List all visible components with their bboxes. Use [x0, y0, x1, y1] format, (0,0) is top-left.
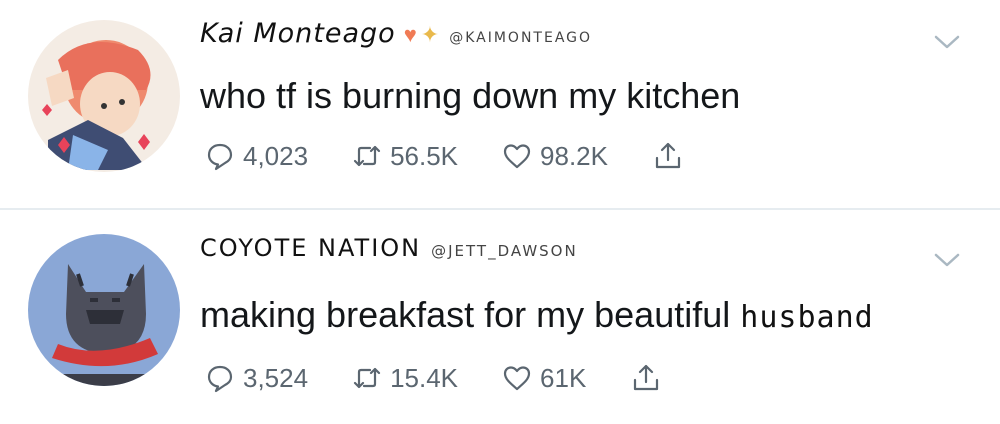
tweet-text: making breakfast for my beautiful husban… [200, 294, 874, 336]
reply-count: 4,023 [243, 140, 309, 171]
share-icon [634, 364, 659, 391]
tweet-text-main: making breakfast for my beautiful [200, 294, 731, 335]
tweet-text-handwritten: husband [740, 300, 874, 335]
like-count: 61K [540, 362, 587, 393]
name-row: COYOTE NATION @JETT_DAWSON [200, 234, 578, 262]
tweet[interactable]: Kai Monteago ♥ ✦ @KAIMONTEAGO who tf is … [0, 0, 1000, 210]
heart-icon [503, 366, 531, 391]
retweet-button[interactable]: 15.4K [352, 363, 458, 394]
action-bar: 4,023 56.5K 98.2K [205, 140, 736, 172]
avatar[interactable] [28, 20, 180, 172]
retweet-icon [353, 367, 381, 389]
share-icon [655, 142, 681, 169]
chevron-down-icon[interactable] [934, 252, 960, 268]
retweet-count: 15.4K [390, 362, 459, 393]
like-count: 98.2K [540, 140, 608, 171]
reply-button[interactable]: 3,524 [205, 363, 308, 394]
share-button[interactable] [652, 140, 692, 172]
action-bar: 3,524 15.4K 61K [205, 362, 714, 394]
reply-count: 3,524 [243, 362, 309, 393]
divider [0, 208, 1000, 210]
retweet-count: 56.5K [390, 140, 459, 171]
avatar-drawing [28, 20, 180, 172]
display-name[interactable]: Kai Monteago [200, 18, 396, 49]
sparkle-emoji: ✦ [420, 22, 440, 47]
reply-button[interactable]: 4,023 [205, 141, 308, 172]
chevron-down-icon[interactable] [934, 34, 960, 50]
retweet-button[interactable]: 56.5K [352, 141, 458, 172]
share-button[interactable] [630, 362, 670, 394]
heart-emoji: ♥ [403, 22, 417, 47]
like-button[interactable]: 61K [502, 363, 586, 394]
tweet-text: who tf is burning down my kitchen [200, 75, 741, 116]
display-name[interactable]: COYOTE NATION [200, 234, 421, 262]
avatar[interactable] [28, 234, 180, 386]
reply-icon [207, 365, 233, 393]
tweet[interactable]: COYOTE NATION @JETT_DAWSON making breakf… [0, 212, 1000, 424]
avatar-drawing [28, 234, 180, 386]
like-button[interactable]: 98.2K [502, 141, 608, 172]
reply-icon [207, 143, 233, 171]
retweet-icon [353, 145, 381, 167]
handle[interactable]: @JETT_DAWSON [431, 242, 578, 260]
name-row: Kai Monteago ♥ ✦ @KAIMONTEAGO [200, 18, 592, 49]
heart-icon [503, 144, 531, 169]
handle[interactable]: @KAIMONTEAGO [449, 30, 592, 46]
